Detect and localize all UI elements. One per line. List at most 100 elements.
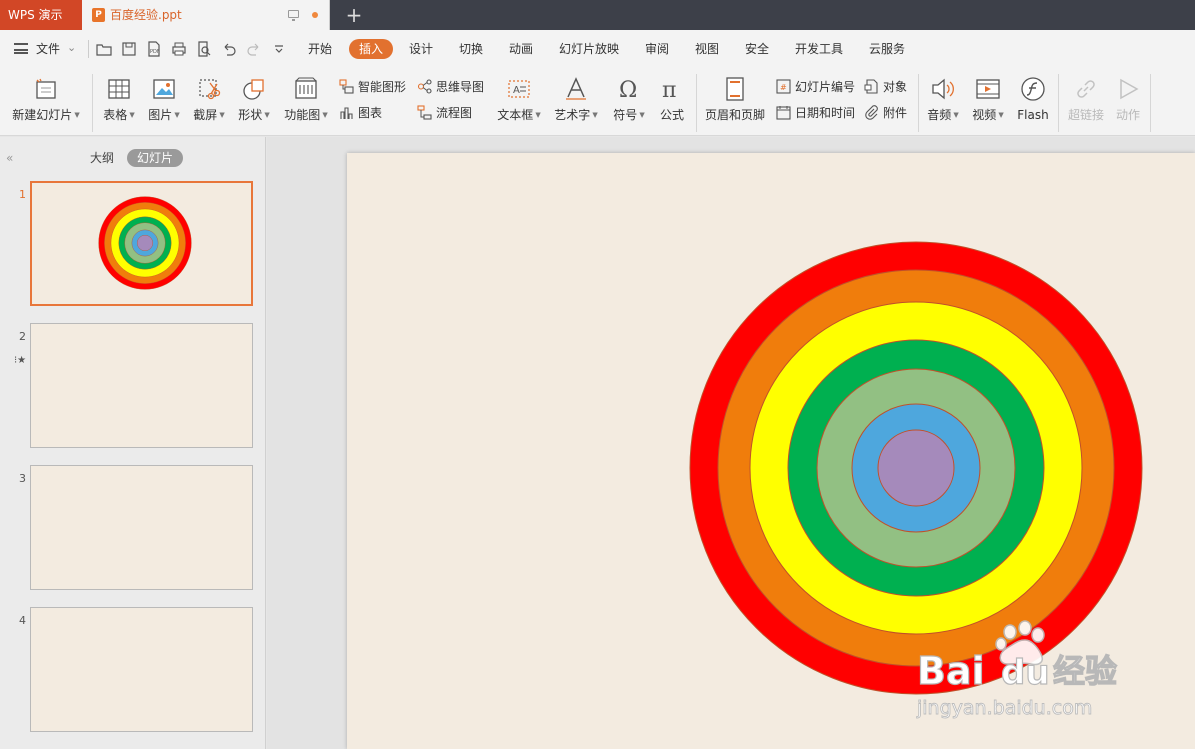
title-bar: WPS 演示 P 百度经验.ppt + [0,0,1195,30]
caret-down-icon[interactable]: ▼ [535,111,540,119]
pi-icon: π [662,78,676,102]
caret-down-icon[interactable]: ▼ [639,111,644,119]
omega-icon: Ω [619,78,637,102]
word-art-button[interactable]: 艺术字 ▼ [551,68,601,122]
video-button[interactable]: 视频 ▼ [969,68,1007,122]
smart-art-button[interactable]: 智能图形 [339,78,406,96]
save-icon[interactable] [121,41,137,57]
hamburger-icon[interactable] [14,43,28,54]
slide-number: 1 [19,188,26,201]
tab-cloud-services[interactable]: 云服务 [864,39,910,59]
tab-developer[interactable]: 开发工具 [790,39,848,59]
caret-down-icon[interactable]: ▼ [219,111,224,119]
slide-thumbnail-3[interactable] [30,465,253,590]
divider [1058,74,1059,132]
svg-text:A: A [513,85,520,96]
formula-label: 公式 [659,108,684,122]
caret-down-icon[interactable]: ▼ [129,111,134,119]
app-tab[interactable]: WPS 演示 [0,0,82,30]
divider [92,74,93,132]
function-chart-button[interactable]: 功能图 ▼ [281,68,331,122]
caret-down-icon[interactable]: ▼ [322,111,327,119]
symbol-button[interactable]: Ω 符号 ▼ [610,68,648,122]
tab-security[interactable]: 安全 [740,39,774,59]
video-icon [976,79,1000,99]
tab-slides[interactable]: 幻灯片 [127,149,183,167]
export-pdf-icon[interactable]: PDF [146,41,162,57]
slide-thumbnail-4[interactable] [30,607,253,732]
tab-home[interactable]: 开始 [303,39,337,59]
screenshot-button[interactable]: 截屏 ▼ [190,68,228,122]
bar-chart-icon [340,107,353,119]
shape-button[interactable]: 形状 ▼ [235,68,273,122]
tab-view[interactable]: 视图 [690,39,724,59]
caret-down-icon[interactable]: ▼ [953,111,958,119]
slide-number-button[interactable]: # 幻灯片编号 [776,78,855,96]
redo-icon[interactable] [246,41,262,57]
caret-down-icon[interactable]: ▼ [592,111,597,119]
chart-button[interactable]: 图表 [339,104,382,122]
menu-bar: 文件 ⌄ PDF 开始 插入 设计 切换 动画 幻灯片放映 审阅 视图 安全 开… [0,30,1195,68]
tab-review[interactable]: 审阅 [640,39,674,59]
slide-number: 2 [19,330,26,343]
caret-down-icon[interactable]: ▼ [264,111,269,119]
function-chart-label: 功能图 [284,108,321,122]
hyperlink-button[interactable]: 超链接 [1066,68,1106,122]
flowchart-button[interactable]: 流程图 [417,104,472,122]
tab-animations[interactable]: 动画 [504,39,538,59]
print-icon[interactable] [171,41,187,57]
caret-down-icon[interactable]: ▼ [998,111,1003,119]
flash-button[interactable]: Flash [1014,68,1052,122]
ring-7[interactable] [137,235,153,251]
attachment-button[interactable]: 附件 [864,104,907,122]
tab-design[interactable]: 设计 [404,39,438,59]
divider [88,40,89,58]
tab-outline[interactable]: 大纲 [90,149,114,167]
slide-number: 3 [19,472,26,485]
header-footer-button[interactable]: 页眉和页脚 [702,68,768,122]
object-label: 对象 [883,80,908,94]
new-slide-label: 新建幻灯片 [12,108,73,122]
print-preview-icon[interactable] [196,41,212,57]
text-box-icon: A [508,80,530,98]
tab-insert[interactable]: 插入 [349,39,393,59]
monitor-icon[interactable] [288,10,299,21]
ppt-file-icon: P [92,8,105,22]
tab-transitions[interactable]: 切换 [454,39,488,59]
date-time-button[interactable]: 日期和时间 [776,104,855,122]
slide-thumbnail-1[interactable] [30,181,253,306]
undo-icon[interactable] [221,41,237,57]
picture-icon [153,79,175,99]
formula-button[interactable]: π 公式 [655,68,689,122]
caret-down-icon[interactable]: ▼ [74,111,79,119]
paperclip-icon [865,105,878,120]
mind-map-button[interactable]: 思维导图 [417,78,484,96]
audio-button[interactable]: 音频 ▼ [924,68,962,122]
new-slide-icon [36,78,56,99]
customize-toolbar-icon[interactable] [271,41,287,57]
caret-down-icon[interactable]: ▼ [174,111,179,119]
mind-map-label: 思维导图 [436,80,485,94]
new-tab-button[interactable]: + [343,3,365,27]
action-button[interactable]: 动作 [1112,68,1144,122]
collapse-panel-icon[interactable]: « [6,151,13,165]
chevron-down-icon[interactable]: ⌄ [67,40,76,56]
picture-button[interactable]: 图片 ▼ [145,68,183,122]
open-folder-icon[interactable] [96,41,112,57]
document-tab[interactable]: P 百度经验.ppt [82,0,330,30]
watermark-du-paw-text: du [1001,653,1050,693]
thumbnail-rings [98,196,192,290]
slide-number: 4 [19,614,26,627]
action-label: 动作 [1115,108,1140,122]
slide-thumbnail-2[interactable] [30,323,253,448]
tab-slideshow[interactable]: 幻灯片放映 [555,39,623,59]
text-box-button[interactable]: A 文本框 ▼ [495,68,543,122]
file-menu[interactable]: 文件 [36,30,60,68]
ring-7[interactable] [877,429,955,507]
baidu-jingyan-watermark: Bai du 经验 jingyan.baidu.com [916,620,1118,719]
table-button[interactable]: 表格 ▼ [100,68,138,122]
svg-text:π: π [662,78,676,102]
table-icon [108,79,130,99]
new-slide-button[interactable]: 新建幻灯片 ▼ [8,68,84,122]
object-button[interactable]: 对象 [864,78,907,96]
